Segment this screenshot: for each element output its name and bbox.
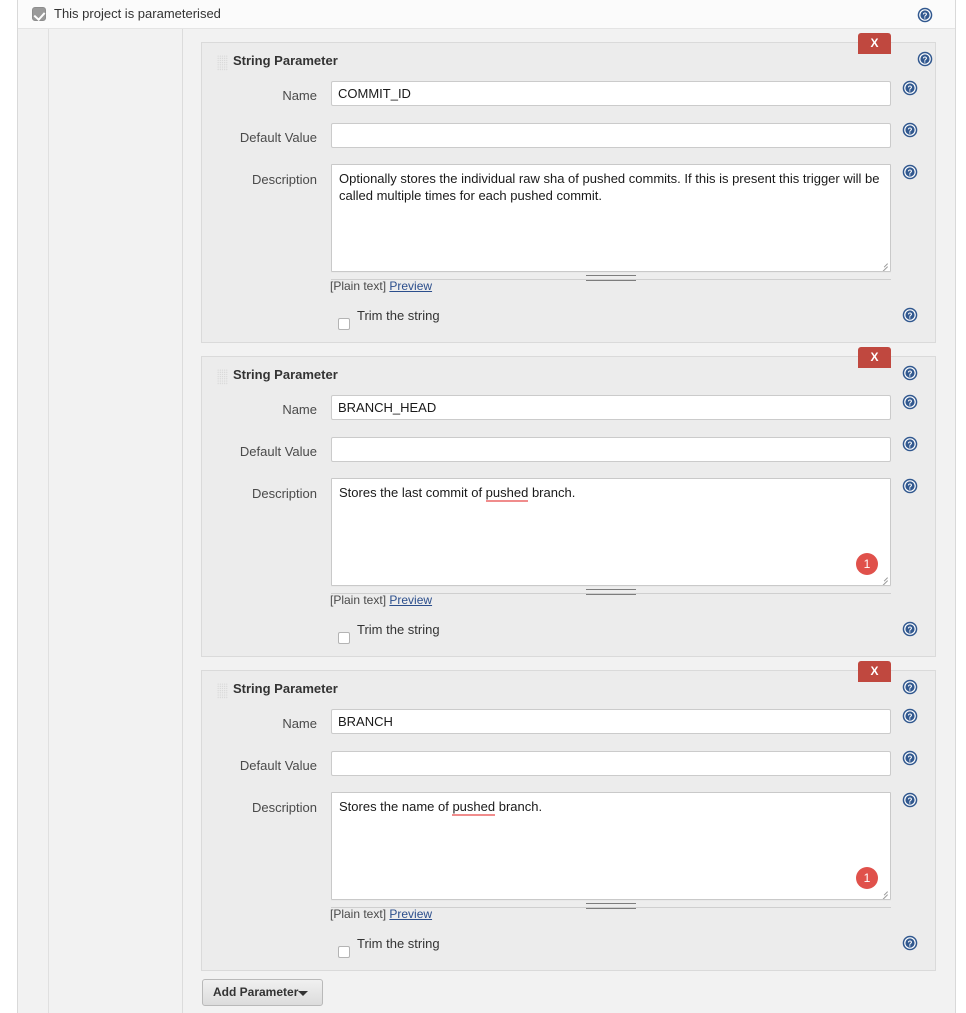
default-value-input[interactable] (331, 437, 891, 462)
help-icon-description[interactable]: ? (902, 478, 918, 494)
svg-text:?: ? (908, 796, 913, 805)
svg-text:?: ? (908, 440, 913, 449)
svg-text:?: ? (908, 625, 913, 634)
default-value-label: Default Value (217, 444, 317, 459)
trim-string-label: Trim the string (357, 936, 440, 951)
block-title: String Parameter (233, 367, 338, 382)
help-icon-default-value[interactable]: ? (902, 122, 918, 138)
resize-grip-icon[interactable] (878, 259, 888, 269)
description-textarea[interactable]: Stores the last commit of pushed branch.… (331, 478, 891, 586)
plain-text-label: [Plain text] (330, 279, 386, 293)
svg-text:?: ? (923, 55, 928, 64)
help-icon-name[interactable]: ? (902, 80, 918, 96)
help-icon-description[interactable]: ? (902, 792, 918, 808)
help-icon-trim-string[interactable]: ? (902, 621, 918, 637)
help-icon-trim-string[interactable]: ? (902, 307, 918, 323)
svg-text:?: ? (908, 311, 913, 320)
description-format-line: [Plain text] Preview (330, 593, 432, 607)
svg-text:?: ? (908, 683, 913, 692)
help-icon-parameter-type[interactable]: ? (902, 679, 918, 695)
description-label: Description (217, 486, 317, 501)
delete-parameter-button[interactable]: X (858, 347, 891, 368)
project-parameterised-checkbox[interactable] (32, 7, 46, 21)
page-right-border (955, 0, 956, 1013)
name-input[interactable]: COMMIT_ID (331, 81, 891, 106)
block-title: String Parameter (233, 53, 338, 68)
body-left-divider (48, 29, 49, 1013)
drag-handle-icon[interactable] (217, 683, 228, 699)
delete-parameter-button[interactable]: X (858, 661, 891, 682)
preview-link[interactable]: Preview (389, 593, 432, 607)
preview-link[interactable]: Preview (389, 907, 432, 921)
help-icon-default-value[interactable]: ? (902, 750, 918, 766)
description-count-badge[interactable]: 1 (856, 553, 878, 575)
help-icon-parameterised[interactable]: ? (917, 7, 933, 23)
name-label: Name (217, 402, 317, 417)
description-label: Description (217, 800, 317, 815)
description-count-badge[interactable]: 1 (856, 867, 878, 889)
help-icon-name[interactable]: ? (902, 394, 918, 410)
resize-grip-icon[interactable] (878, 573, 888, 583)
block-title: String Parameter (233, 681, 338, 696)
help-icon-name[interactable]: ? (902, 708, 918, 724)
svg-text:?: ? (908, 369, 913, 378)
description-format-line: [Plain text] Preview (330, 907, 432, 921)
description-text: Stores the last commit of pushed branch. (339, 485, 575, 502)
resize-grip-icon[interactable] (878, 887, 888, 897)
svg-text:?: ? (908, 84, 913, 93)
trim-string-label: Trim the string (357, 622, 440, 637)
description-text: Optionally stores the individual raw sha… (339, 171, 879, 203)
misspelled-word: pushed (486, 485, 529, 502)
delete-parameter-button[interactable]: X (858, 33, 891, 54)
help-icon-parameter-type[interactable]: ? (917, 51, 933, 67)
plain-text-label: [Plain text] (330, 593, 386, 607)
description-textarea[interactable]: Stores the name of pushed branch. 1 (331, 792, 891, 900)
name-label: Name (217, 88, 317, 103)
project-parameterised-row: This project is parameterised (18, 0, 955, 29)
trim-string-label: Trim the string (357, 308, 440, 323)
help-icon-parameter-type[interactable]: ? (902, 365, 918, 381)
description-label: Description (217, 172, 317, 187)
default-value-label: Default Value (217, 130, 317, 145)
plain-text-label: [Plain text] (330, 907, 386, 921)
svg-text:?: ? (908, 754, 913, 763)
svg-text:?: ? (908, 126, 913, 135)
trim-string-checkbox[interactable] (338, 318, 350, 330)
drag-handle-icon[interactable] (217, 55, 228, 71)
help-icon-description[interactable]: ? (902, 164, 918, 180)
parameter-block: String Parameter Name BRANCH Default Val… (201, 670, 936, 971)
parameters-configuration-page: This project is parameterised ? String P… (0, 0, 966, 1013)
chevron-down-icon (298, 991, 308, 996)
add-parameter-button[interactable]: Add Parameter (202, 979, 323, 1006)
project-parameterised-label: This project is parameterised (54, 6, 221, 21)
svg-text:?: ? (908, 939, 913, 948)
preview-link[interactable]: Preview (389, 279, 432, 293)
svg-text:?: ? (908, 398, 913, 407)
name-input[interactable]: BRANCH (331, 709, 891, 734)
default-value-label: Default Value (217, 758, 317, 773)
help-icon-trim-string[interactable]: ? (902, 935, 918, 951)
default-value-input[interactable] (331, 123, 891, 148)
name-input[interactable]: BRANCH_HEAD (331, 395, 891, 420)
trim-string-checkbox[interactable] (338, 632, 350, 644)
parameter-block: String Parameter Name BRANCH_HEAD Defaul… (201, 356, 936, 657)
description-format-line: [Plain text] Preview (330, 279, 432, 293)
description-textarea[interactable]: Optionally stores the individual raw sha… (331, 164, 891, 272)
svg-text:?: ? (908, 168, 913, 177)
trim-string-checkbox[interactable] (338, 946, 350, 958)
parameter-block: String Parameter Name COMMIT_ID Default … (201, 42, 936, 343)
drag-handle-icon[interactable] (217, 369, 228, 385)
default-value-input[interactable] (331, 751, 891, 776)
help-icon-default-value[interactable]: ? (902, 436, 918, 452)
blocks-column-divider (182, 29, 183, 1013)
description-text: Stores the name of pushed branch. (339, 799, 542, 816)
add-parameter-label: Add Parameter (213, 985, 298, 999)
svg-text:?: ? (923, 11, 928, 20)
svg-text:?: ? (908, 712, 913, 721)
misspelled-word: pushed (452, 799, 495, 816)
name-label: Name (217, 716, 317, 731)
svg-text:?: ? (908, 482, 913, 491)
